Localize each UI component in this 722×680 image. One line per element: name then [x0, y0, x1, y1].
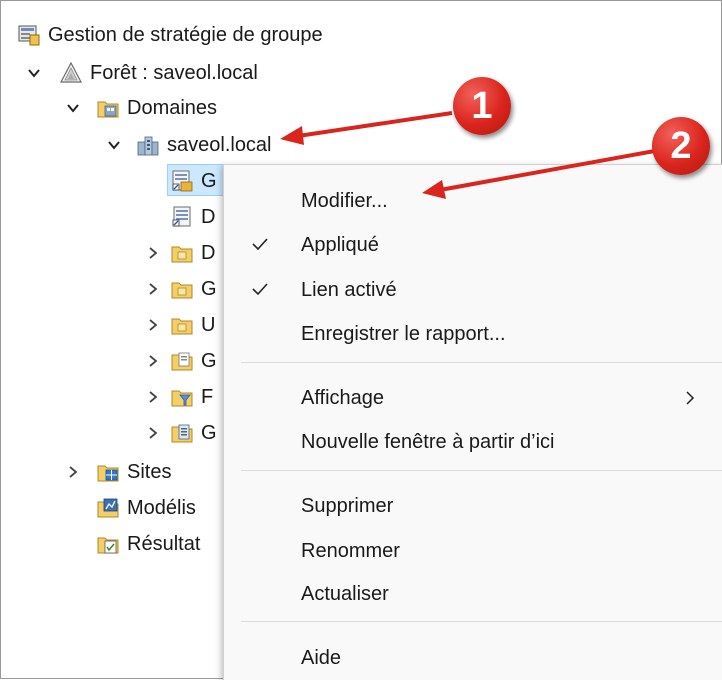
tree-item-label: D [201, 205, 216, 228]
annotation-badge-2: 2 [652, 117, 710, 175]
tree-item-ou-1[interactable]: D [171, 237, 215, 269]
checkmark-icon [252, 238, 268, 251]
menu-item-label: Modifier... [301, 189, 388, 212]
chevron-down-icon[interactable] [103, 134, 125, 156]
tree-item-modeling[interactable]: Modélis [97, 492, 196, 524]
menu-item-actualiser[interactable]: Actualiser [224, 574, 722, 614]
tree-item-label: G [201, 169, 217, 192]
menu-separator [241, 470, 722, 471]
menu-item-label: Appliqué [301, 233, 379, 256]
menu-item-label: Enregistrer le rapport... [301, 322, 506, 345]
tree-item-wmi-filters[interactable]: F [171, 381, 213, 413]
menu-item-label: Lien activé [301, 278, 397, 301]
menu-separator [241, 362, 722, 363]
chevron-right-icon[interactable] [142, 422, 164, 444]
chevron-down-icon[interactable] [23, 62, 45, 84]
chevron-down-icon[interactable] [62, 97, 84, 119]
tree-item-label: G [201, 421, 217, 444]
chevron-right-icon[interactable] [142, 242, 164, 264]
menu-item-affichage[interactable]: Affichage [224, 378, 722, 418]
gpmc-console-icon [18, 25, 40, 46]
domains-folder-icon [97, 101, 119, 118]
gpo-folder-icon [171, 352, 193, 371]
context-menu: Modifier... Appliqué Lien activé Enregis… [223, 164, 722, 680]
tree-item-forest-label: Forêt : saveol.local [90, 61, 258, 84]
modeling-icon [97, 498, 119, 518]
menu-item-applique[interactable]: Appliqué [224, 225, 722, 265]
tree-item-modeling-label: Modélis [127, 496, 196, 519]
sites-folder-icon [97, 465, 119, 482]
ou-folder-icon [171, 318, 193, 335]
gpo-link-icon [172, 170, 193, 192]
menu-item-modifier[interactable]: Modifier... [224, 181, 722, 221]
tree-item-label: D [201, 241, 216, 264]
tree-item-label: U [201, 313, 216, 336]
tree-item-domain[interactable]: saveol.local [137, 129, 272, 161]
menu-item-label: Actualiser [301, 582, 389, 605]
tree-item-gpo-container[interactable]: G [171, 345, 217, 377]
tree-item-results-label: Résultat [127, 532, 201, 555]
tree-item-sites[interactable]: Sites [97, 456, 171, 488]
chevron-right-icon[interactable] [142, 314, 164, 336]
tree-item-forest[interactable]: Forêt : saveol.local [60, 57, 258, 89]
menu-item-label: Aide [301, 646, 342, 669]
tree-item-ou-2[interactable]: G [171, 273, 217, 305]
menu-item-label: Nouvelle fenêtre à partir d’ici [301, 430, 555, 453]
submenu-arrow-icon [686, 391, 695, 405]
menu-item-aide[interactable]: Aide [224, 638, 722, 678]
menu-item-label: Renommer [301, 539, 400, 562]
menu-item-label: Affichage [301, 386, 385, 409]
chevron-right-icon[interactable] [142, 278, 164, 300]
chevron-right-icon[interactable] [142, 350, 164, 372]
chevron-right-icon[interactable] [142, 386, 164, 408]
filter-folder-icon [171, 390, 193, 407]
menu-item-enregistrer-rapport[interactable]: Enregistrer le rapport... [224, 314, 722, 354]
starter-gpo-folder-icon [171, 424, 193, 443]
tree-item-label: F [201, 385, 214, 408]
tree-item-domains-label: Domaines [127, 96, 218, 119]
menu-item-renommer[interactable]: Renommer [224, 531, 722, 571]
tree-root[interactable]: Gestion de stratégie de groupe [18, 19, 323, 51]
tree-item-ou-3[interactable]: U [171, 309, 215, 341]
checkmark-icon [252, 283, 268, 296]
tree-item-sites-label: Sites [127, 460, 172, 483]
menu-item-supprimer[interactable]: Supprimer [224, 486, 722, 526]
menu-item-lien-active[interactable]: Lien activé [224, 270, 722, 310]
domain-icon [137, 136, 159, 156]
ou-folder-icon [171, 282, 193, 299]
menu-item-label: Supprimer [301, 494, 394, 517]
forest-icon [60, 62, 82, 83]
tree-item-domain-label: saveol.local [167, 133, 272, 156]
tree-item-gpo-link-2[interactable]: D [171, 201, 215, 233]
ou-folder-icon [171, 246, 193, 263]
tree-item-gpo-link-1[interactable]: G [171, 165, 217, 197]
annotation-badge-1: 1 [453, 77, 511, 135]
tree-item-results[interactable]: Résultat [97, 528, 200, 560]
tree-root-label: Gestion de stratégie de groupe [48, 23, 323, 46]
tree-item-starter-gpos[interactable]: G [171, 417, 217, 449]
menu-item-nouvelle-fenetre[interactable]: Nouvelle fenêtre à partir d’ici [224, 422, 722, 462]
tree-item-domains[interactable]: Domaines [97, 92, 217, 124]
tree-item-label: G [201, 277, 217, 300]
results-icon [97, 537, 119, 554]
gpo-link-icon [172, 206, 191, 227]
menu-separator [241, 621, 722, 622]
tree-item-label: G [201, 349, 217, 372]
chevron-right-icon[interactable] [62, 461, 84, 483]
